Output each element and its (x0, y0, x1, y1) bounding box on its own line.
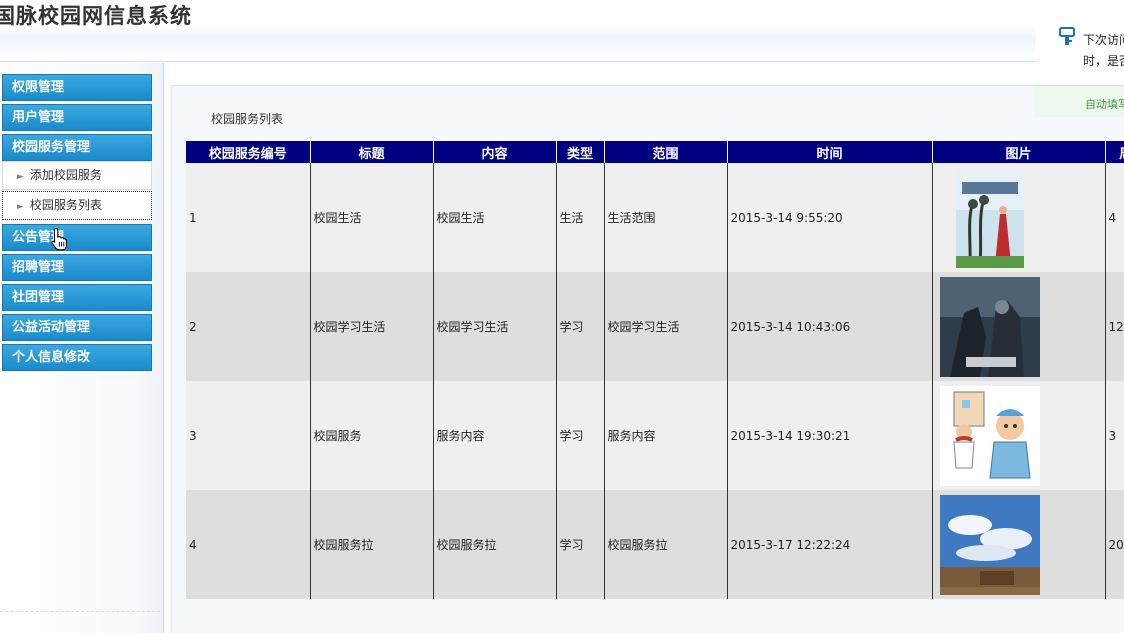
cell-time: 2015-3-14 9:55:20 (726, 163, 932, 272)
header-bar: 国脉校园网信息系统 (0, 0, 1124, 62)
cell-time: 2015-3-14 19:30:21 (726, 381, 932, 490)
password-save-popup: 下次访问 时，是否 (1035, 18, 1124, 86)
menu-item-recruitment[interactable]: 招聘管理 (2, 254, 152, 281)
menu-item-announcements[interactable]: 公告管理 (2, 224, 152, 251)
popup-message-line2: 时，是否 (1083, 54, 1124, 68)
cell-content: 服务内容 (432, 381, 556, 490)
book-cover-thumbnail[interactable] (940, 167, 1040, 268)
cell-extra: 12 (1104, 272, 1124, 381)
menu-item-campus-services[interactable]: 校园服务管理 (2, 134, 152, 161)
submenu-item-label: 校园服务列表 (29, 198, 102, 212)
column-header-time: 时间 (726, 141, 932, 163)
cell-scope: 生活范围 (603, 163, 727, 272)
cell-title: 校园生活 (309, 163, 433, 272)
cell-id: 1 (186, 163, 310, 272)
sidebar-divider (0, 611, 160, 612)
hand-cursor-icon (51, 227, 68, 251)
column-header-id: 校园服务编号 (186, 141, 310, 163)
cell-picture (931, 381, 1105, 490)
popup-message-line1: 下次访问 (1083, 33, 1124, 47)
menu-item-permissions[interactable]: 权限管理 (2, 74, 152, 101)
cell-content: 校园生活 (432, 163, 556, 272)
movie-poster-thumbnail[interactable] (939, 276, 1040, 377)
cell-type: 生活 (555, 163, 604, 272)
column-header-title: 标题 (309, 141, 433, 163)
autofill-bar[interactable]: 自动填写 (1035, 85, 1124, 117)
cell-picture (931, 163, 1105, 272)
column-header-picture: 图片 (931, 141, 1105, 163)
cell-title: 校园学习生活 (309, 272, 433, 381)
column-header-type: 类型 (555, 141, 604, 163)
key-icon (1059, 27, 1075, 45)
cell-content: 校园服务拉 (432, 490, 556, 599)
cartoon-doctors-thumbnail[interactable] (939, 385, 1040, 486)
cell-type: 学习 (555, 272, 604, 381)
cell-scope: 校园服务拉 (603, 490, 727, 599)
cell-extra: 4 (1104, 163, 1124, 272)
cell-type: 学习 (555, 381, 604, 490)
cell-id: 2 (186, 272, 310, 381)
cell-type: 学习 (555, 490, 604, 599)
cell-time: 2015-3-17 12:22:24 (726, 490, 932, 599)
table-header-row: 校园服务编号 标题 内容 类型 范围 时间 图片 周 (186, 141, 1124, 163)
sky-landscape-thumbnail[interactable] (939, 494, 1040, 595)
menu-item-users[interactable]: 用户管理 (2, 104, 152, 131)
table-row[interactable]: 4 校园服务拉 校园服务拉 学习 校园服务拉 2015-3-17 12:22:2… (186, 490, 1124, 599)
service-list-table: 校园服务编号 标题 内容 类型 范围 时间 图片 周 1 校园生活 校园生活 生… (186, 141, 1124, 599)
cell-picture (931, 272, 1105, 381)
cell-id: 3 (186, 381, 310, 490)
column-header-content: 内容 (432, 141, 556, 163)
list-caption: 校园服务列表 (211, 112, 284, 126)
submenu-item-add-service[interactable]: ► 添加校园服务 (2, 161, 152, 190)
column-header-scope: 范围 (603, 141, 727, 163)
autofill-label: 自动填写 (1085, 98, 1124, 111)
app-title: 国脉校园网信息系统 (0, 4, 192, 28)
chevron-right-icon: ► (17, 202, 24, 212)
cell-id: 4 (186, 490, 310, 599)
submenu-item-service-list[interactable]: ► 校园服务列表 (2, 191, 152, 220)
table-row[interactable]: 1 校园生活 校园生活 生活 生活范围 2015-3-14 9:55:20 4 (186, 163, 1124, 272)
menu-item-charity-activities[interactable]: 公益活动管理 (2, 314, 152, 341)
table-row[interactable]: 2 校园学习生活 校园学习生活 学习 校园学习生活 2015-3-14 10:4… (186, 272, 1124, 381)
cell-scope: 服务内容 (603, 381, 727, 490)
cell-content: 校园学习生活 (432, 272, 556, 381)
cell-extra: 20 (1104, 490, 1124, 599)
chevron-right-icon: ► (17, 172, 24, 182)
cell-extra: 3 (1104, 381, 1124, 490)
cell-title: 校园服务 (309, 381, 433, 490)
cell-picture (931, 490, 1105, 599)
table-row[interactable]: 3 校园服务 服务内容 学习 服务内容 2015-3-14 19:30:21 3 (186, 381, 1124, 490)
menu-item-profile-edit[interactable]: 个人信息修改 (2, 344, 152, 371)
cell-time: 2015-3-14 10:43:06 (726, 272, 932, 381)
cell-scope: 校园学习生活 (603, 272, 727, 381)
cell-title: 校园服务拉 (309, 490, 433, 599)
submenu-item-label: 添加校园服务 (29, 168, 102, 182)
column-header-extra: 周 (1104, 141, 1124, 163)
menu-item-clubs[interactable]: 社团管理 (2, 284, 152, 311)
